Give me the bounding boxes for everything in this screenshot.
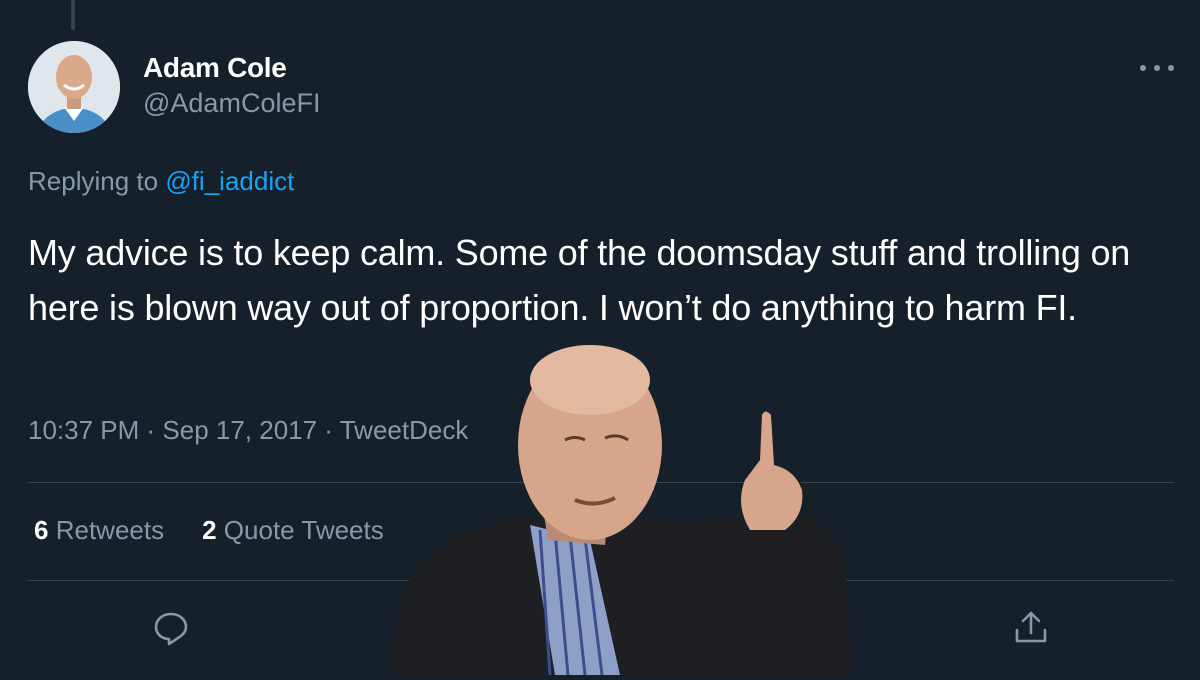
author-display-name[interactable]: Adam Cole	[143, 52, 287, 84]
avatar[interactable]	[28, 41, 120, 133]
retweets-label: Retweets	[55, 515, 165, 545]
tweet-text: My advice is to keep calm. Some of the d…	[28, 232, 1131, 328]
more-options-button[interactable]	[1140, 56, 1174, 80]
share-icon	[1015, 611, 1047, 643]
more-dots-icon	[1140, 65, 1146, 71]
more-dots-icon	[1154, 65, 1160, 71]
replying-to-mention[interactable]: @fi_iaddict	[165, 166, 294, 196]
person-pointing-image	[390, 345, 852, 676]
quote-tweets-count: 2	[202, 515, 217, 545]
reply-button[interactable]	[151, 608, 191, 648]
reply-icon	[154, 612, 188, 646]
more-dots-icon	[1168, 65, 1174, 71]
retweets-count: 6	[34, 515, 49, 545]
overlay-person-photo	[390, 340, 860, 676]
author-handle[interactable]: @AdamColeFI	[143, 88, 320, 119]
quote-tweets-stat[interactable]: 2 Quote Tweets	[202, 515, 384, 546]
retweets-stat[interactable]: 6 Retweets	[34, 515, 164, 546]
replying-to-label: Replying to	[28, 166, 159, 196]
quote-tweets-label: Quote Tweets	[223, 515, 384, 545]
tweet-stats: 6 Retweets 2 Quote Tweets	[34, 515, 384, 546]
share-button[interactable]	[1011, 608, 1051, 648]
replying-to-line: Replying to @fi_iaddict	[28, 166, 294, 197]
thread-line	[71, 0, 75, 30]
avatar-photo	[28, 41, 120, 133]
